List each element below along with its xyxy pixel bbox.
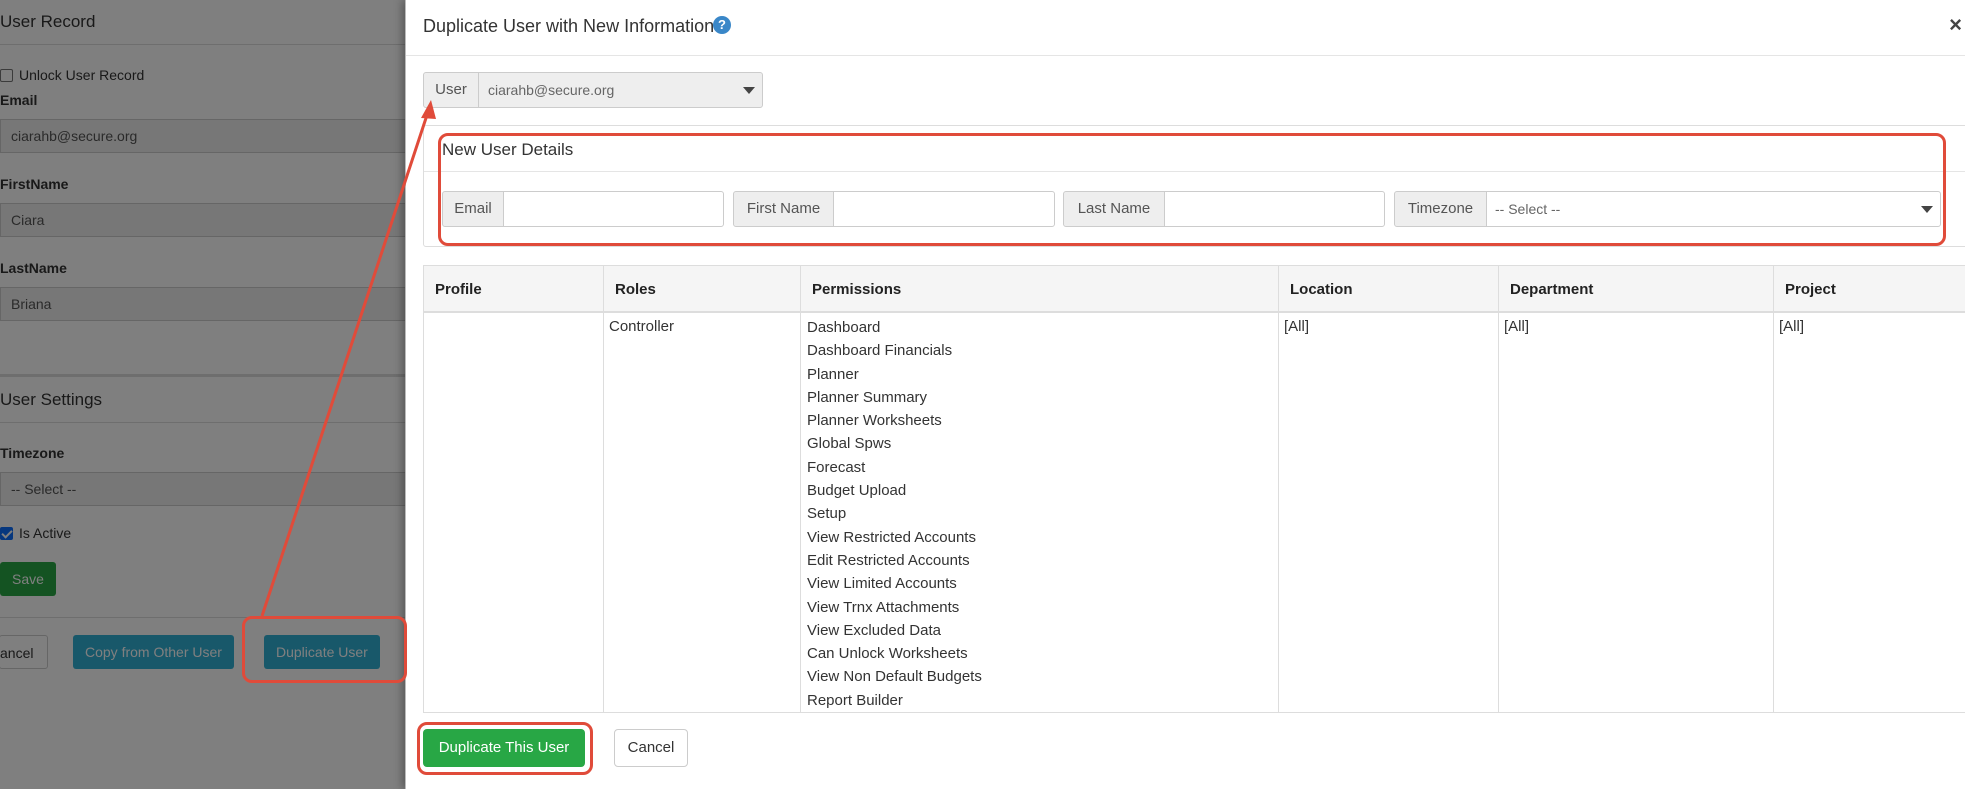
list-item: Planner Summary xyxy=(807,388,928,406)
user-select[interactable]: ciarahb@secure.org xyxy=(478,72,763,108)
user-select-value: ciarahb@secure.org xyxy=(488,82,615,98)
panel-title: New User Details xyxy=(442,140,574,159)
new-timezone-select[interactable]: -- Select -- xyxy=(1486,191,1941,227)
duplicate-this-user-button[interactable]: Duplicate This User xyxy=(423,729,585,767)
first-name-addon: First Name xyxy=(733,191,834,227)
list-item: View Excluded Data xyxy=(807,621,941,639)
new-last-name-input[interactable] xyxy=(1164,191,1385,227)
cell-location: [All] xyxy=(1284,318,1310,335)
duplicate-user-modal: Duplicate User with New Information ? × … xyxy=(405,0,1965,789)
list-item: Budget Upload xyxy=(807,482,907,500)
list-item: View Non Default Budgets xyxy=(807,668,982,686)
help-icon[interactable]: ? xyxy=(713,16,731,34)
column-divider xyxy=(1498,266,1499,712)
last-name-addon: Last Name xyxy=(1063,191,1165,227)
list-item: Report Builder xyxy=(807,691,903,709)
th-permissions: Permissions xyxy=(812,281,902,298)
email-addon: Email xyxy=(442,191,504,227)
close-icon[interactable]: × xyxy=(1949,14,1962,36)
column-divider xyxy=(1278,266,1279,712)
list-item: Dashboard Financials xyxy=(807,342,953,360)
new-user-details-panel: New User Details Email First Name Last N… xyxy=(423,125,1965,247)
modal-header: Duplicate User with New Information ? × xyxy=(406,0,1965,56)
cell-department: [All] xyxy=(1504,318,1530,335)
list-item: View Restricted Accounts xyxy=(807,528,976,546)
column-divider xyxy=(1773,266,1774,712)
table-header-row: Profile Roles Permissions Location Depar… xyxy=(424,266,1965,313)
list-item: Global Spws xyxy=(807,435,892,453)
list-item: Setup xyxy=(807,505,847,523)
permissions-list: Dashboard Dashboard Financials Planner P… xyxy=(807,316,982,712)
th-location: Location xyxy=(1290,281,1353,298)
new-email-input[interactable] xyxy=(503,191,724,227)
th-project: Project xyxy=(1785,281,1836,298)
chevron-down-icon xyxy=(1921,206,1933,213)
list-item: Dashboard xyxy=(807,319,881,336)
permissions-table: Profile Roles Permissions Location Depar… xyxy=(423,265,1965,713)
chevron-down-icon xyxy=(743,87,755,94)
modal-title: Duplicate User with New Information xyxy=(423,16,715,36)
list-item: Forecast xyxy=(807,458,866,476)
cell-role: Controller xyxy=(609,318,675,335)
list-item: Can Unlock Worksheets xyxy=(807,645,968,663)
th-profile: Profile xyxy=(435,281,482,298)
list-item: View Limited Accounts xyxy=(807,575,957,593)
timezone-addon: Timezone xyxy=(1394,191,1487,227)
timezone-select-value: -- Select -- xyxy=(1495,201,1561,217)
user-label: User xyxy=(423,72,479,108)
modal-cancel-button[interactable]: Cancel xyxy=(614,729,688,767)
new-first-name-input[interactable] xyxy=(833,191,1055,227)
list-item: Planner Worksheets xyxy=(807,412,942,430)
list-item: Planner xyxy=(807,365,859,383)
th-department: Department xyxy=(1510,281,1594,298)
column-divider xyxy=(603,266,604,712)
cell-project: [All] xyxy=(1779,318,1805,335)
column-divider xyxy=(800,266,801,712)
panel-header: New User Details xyxy=(424,126,1965,172)
th-roles: Roles xyxy=(615,281,656,298)
list-item: Edit Restricted Accounts xyxy=(807,551,970,569)
list-item: View Trnx Attachments xyxy=(807,598,960,616)
